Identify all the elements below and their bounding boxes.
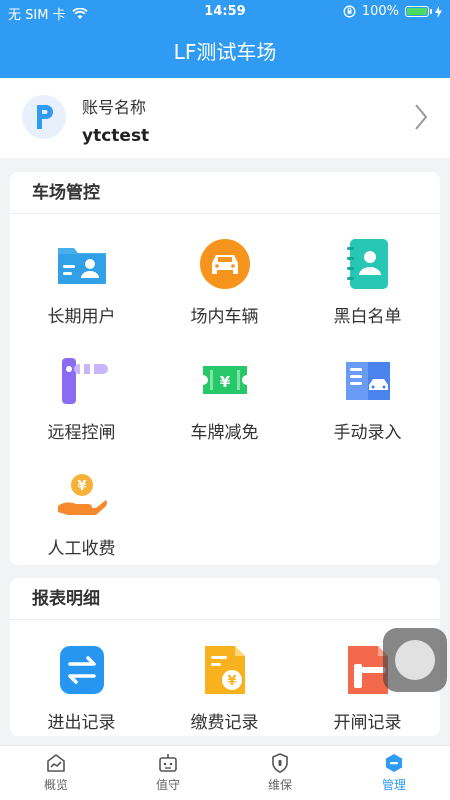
folder-user-icon [57, 248, 106, 284]
section-title: 车场管控 [10, 172, 440, 214]
tab-on-duty[interactable]: 值守 [112, 752, 224, 793]
assistive-touch-button[interactable] [383, 628, 447, 692]
chevron-right-icon [415, 104, 428, 130]
top-bar: 无 SIM 卡 14:59 100% LF测试车场 [0, 0, 450, 78]
grid-item-label: 远程控闸 [47, 423, 116, 443]
contact-book-icon [346, 239, 388, 289]
grid-item-label: 缴费记录 [190, 713, 259, 733]
section-title: 报表明细 [10, 578, 440, 620]
grid-item-label: 场内车辆 [190, 307, 259, 327]
tab-bar: 概览 值守 维保 管理 [0, 745, 450, 800]
grid-item-label: 黑白名单 [333, 307, 402, 327]
overview-icon [47, 754, 65, 772]
shield-icon [272, 753, 288, 773]
svg-text:¥: ¥ [219, 373, 230, 391]
orientation-lock-icon [343, 5, 356, 18]
grid-item-blacklist-whitelist[interactable]: 黑白名单 [296, 234, 439, 327]
car-icon [199, 239, 250, 289]
grid-item-manual-charge[interactable]: ¥ 人工收费 [10, 466, 153, 559]
logo-icon [37, 105, 53, 129]
tab-management[interactable]: 管理 [338, 752, 450, 793]
charging-icon [435, 5, 442, 18]
tab-label: 概览 [43, 778, 68, 792]
grid-item-label: 手动录入 [333, 423, 402, 443]
tab-label: 管理 [381, 778, 406, 792]
battery-icon [405, 6, 432, 17]
grid-item-long-term-users[interactable]: 长期用户 [10, 234, 153, 327]
in-out-icon [59, 646, 104, 694]
grid-item-label: 车牌减免 [190, 423, 259, 443]
page-title: LF测试车场 [173, 40, 277, 64]
account-row[interactable]: 账号名称 ytctest [0, 78, 450, 158]
grid-item-in-out-records[interactable]: 进出记录 [10, 640, 153, 733]
status-right: 100% [343, 4, 442, 19]
tab-label: 值守 [155, 778, 180, 792]
battery-percent: 100% [361, 4, 399, 19]
status-bar: 无 SIM 卡 14:59 100% [0, 0, 450, 24]
hand-coin-icon: ¥ [57, 474, 107, 515]
tab-label: 维保 [267, 778, 292, 792]
grid-item-label: 长期用户 [47, 307, 116, 327]
grid-item-payment-records[interactable]: ¥ 缴费记录 [153, 640, 296, 733]
grid-item-vehicles-in-lot[interactable]: 场内车辆 [153, 234, 296, 327]
avatar [22, 95, 66, 139]
grid-item-label: 进出记录 [47, 713, 116, 733]
manage-icon [386, 754, 402, 772]
grid-item-remote-gate-control[interactable]: 远程控闸 [10, 350, 153, 443]
account-value: ytctest [82, 126, 150, 146]
grid-item-manual-entry[interactable]: 手动录入 [296, 350, 439, 443]
tab-maintenance[interactable]: 维保 [224, 752, 336, 793]
coupon-icon: ¥ [202, 366, 247, 394]
robot-icon [159, 754, 177, 772]
payment-doc-icon: ¥ [204, 646, 245, 694]
grid-item-label: 人工收费 [47, 539, 116, 559]
tab-overview[interactable]: 概览 [0, 752, 112, 793]
account-label: 账号名称 [82, 98, 147, 117]
manual-entry-icon [345, 362, 390, 400]
grid-item-label: 开闸记录 [333, 713, 402, 733]
barrier-gate-icon [61, 358, 108, 404]
section-parking-control: 车场管控 长期用户 场内车辆 黑白名单 远程控闸 ¥ 车牌减免 手动录入 ¥ 人… [10, 172, 440, 565]
section-reports: 报表明细 进出记录 ¥ 缴费记录 开闸记录 [10, 578, 440, 736]
svg-text:¥: ¥ [77, 479, 86, 494]
svg-text:¥: ¥ [227, 674, 236, 689]
grid-item-plate-discount[interactable]: ¥ 车牌减免 [153, 350, 296, 443]
assistive-touch-dot [395, 640, 435, 680]
